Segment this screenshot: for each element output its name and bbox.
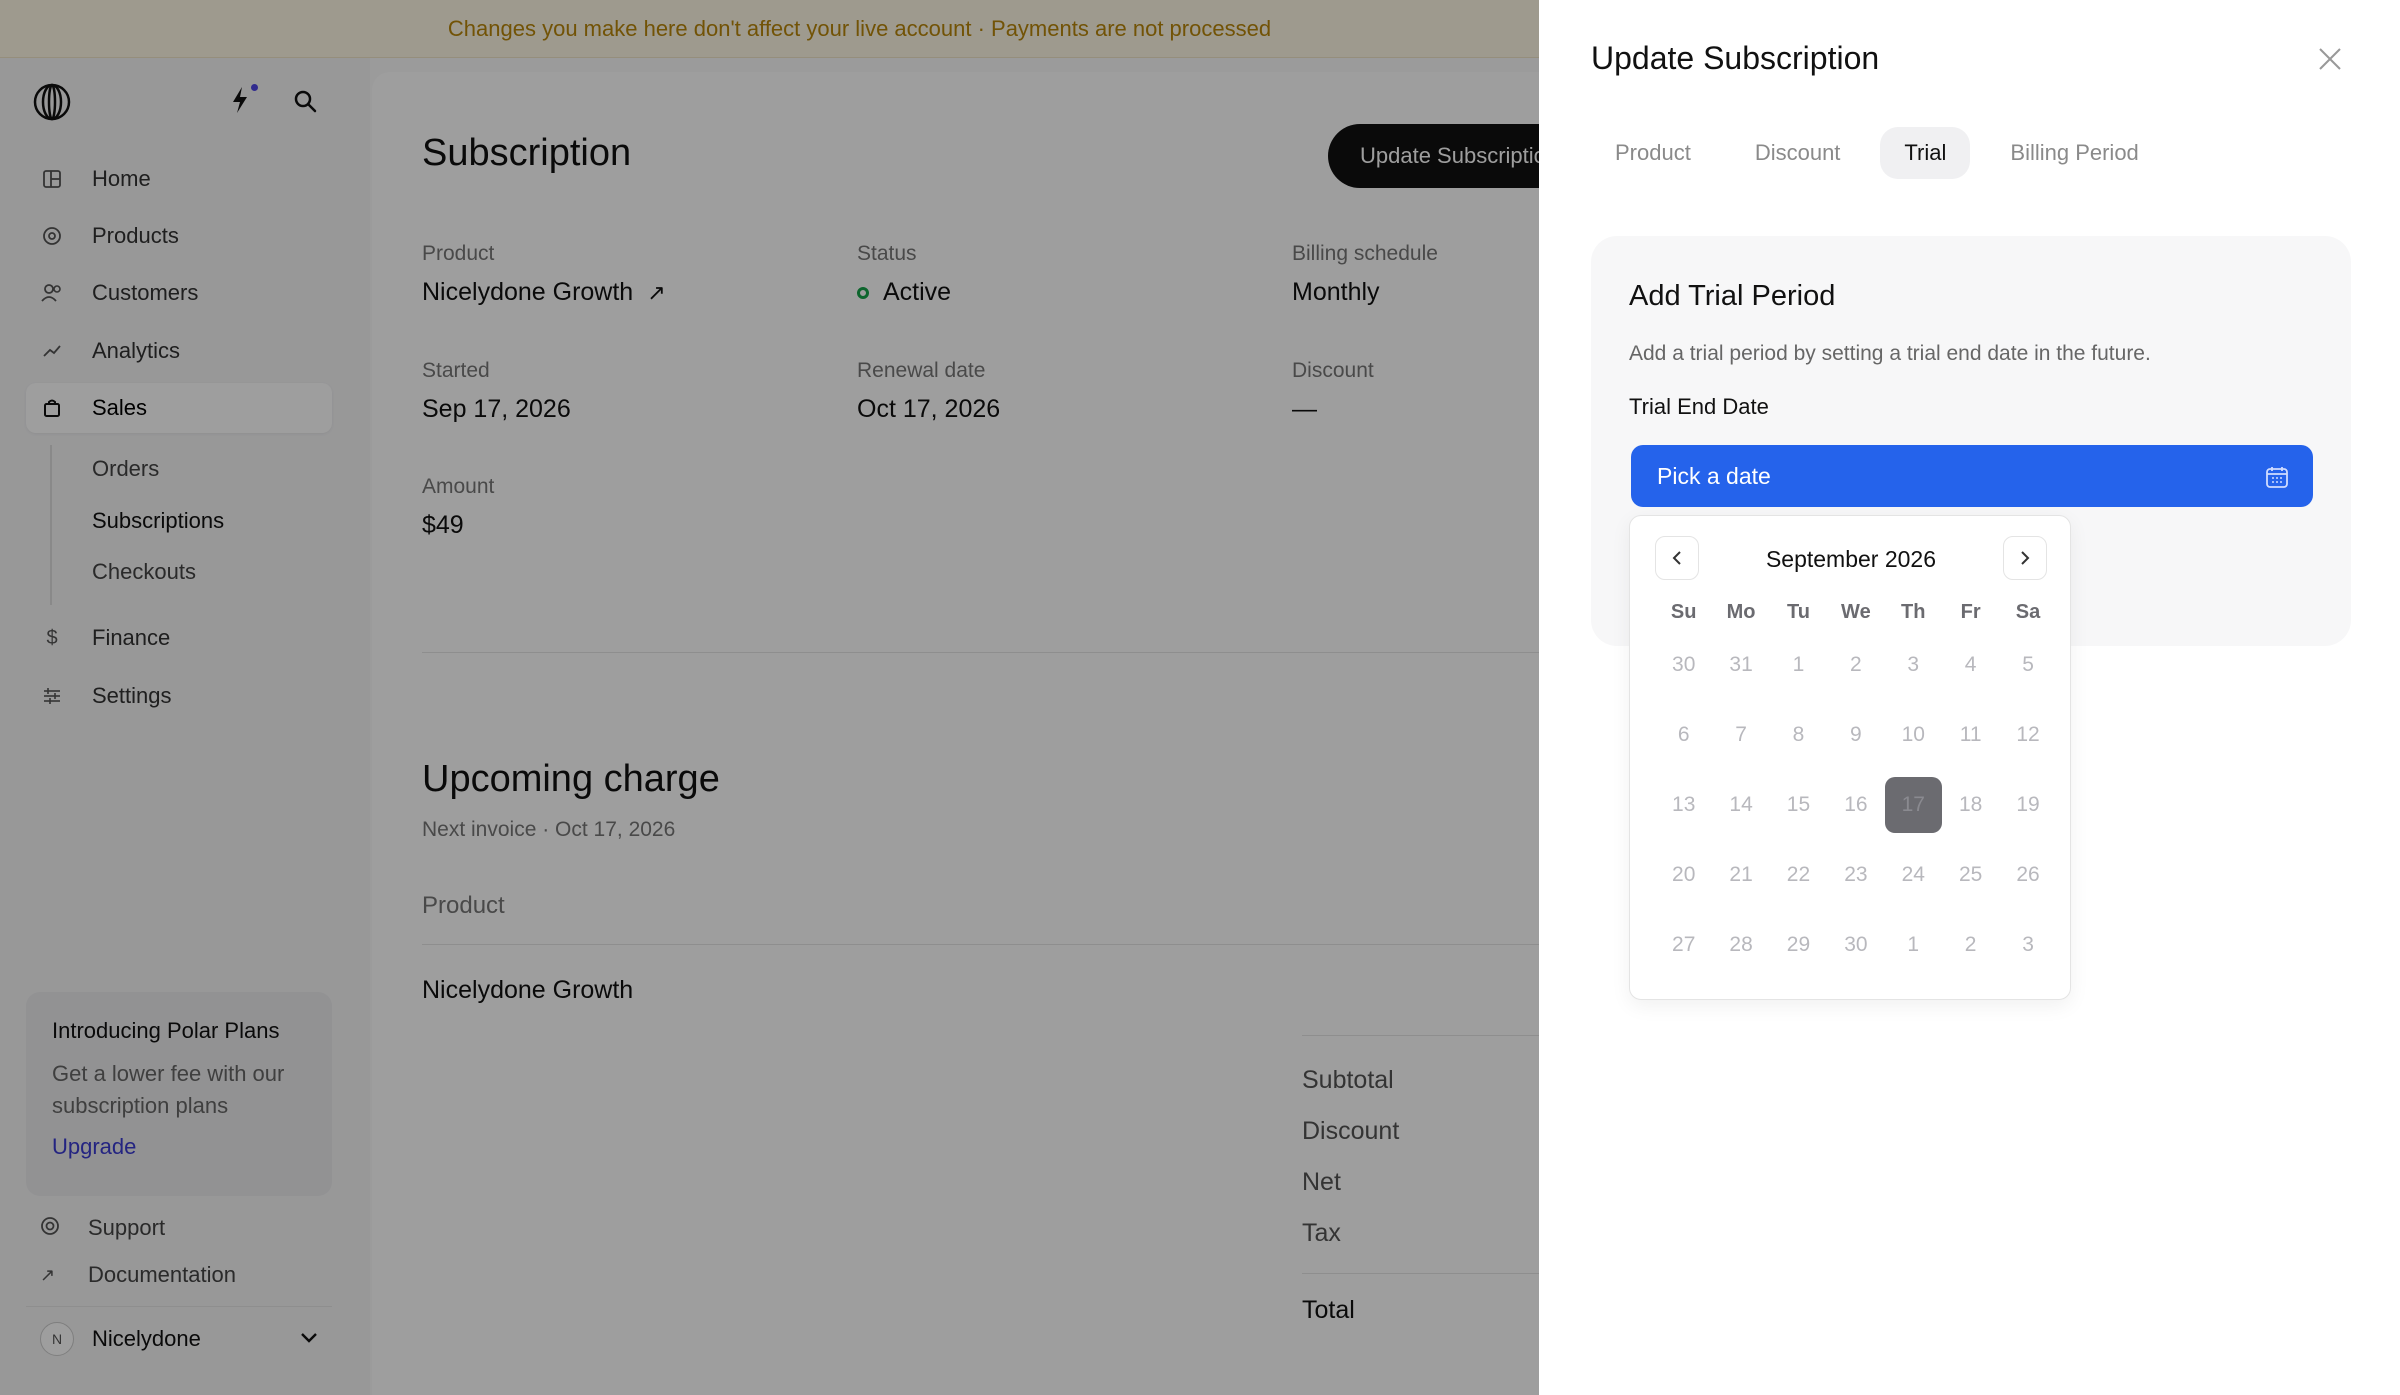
calendar-week: 6 7 8 9 10 11 12 — [1655, 700, 2057, 770]
card-title: Add Trial Period — [1629, 280, 1836, 312]
next-month-button[interactable] — [2003, 536, 2047, 580]
calendar-day[interactable]: 5 — [1999, 637, 2056, 693]
close-icon[interactable] — [2315, 44, 2345, 74]
calendar-day[interactable]: 1 — [1885, 917, 1942, 973]
calendar-day[interactable]: 3 — [1885, 637, 1942, 693]
tab-billing-period[interactable]: Billing Period — [1986, 127, 2162, 179]
calendar-day[interactable]: 31 — [1712, 637, 1769, 693]
calendar-day[interactable]: 29 — [1770, 917, 1827, 973]
weekday-label: Sa — [2015, 600, 2041, 623]
calendar-day[interactable]: 1 — [1770, 637, 1827, 693]
calendar-day[interactable]: 2 — [1942, 917, 1999, 973]
calendar-week: 20 21 22 23 24 25 26 — [1655, 840, 2057, 910]
weekday-label: Mo — [1726, 600, 1756, 623]
calendar-day[interactable]: 6 — [1655, 707, 1712, 763]
tab-trial[interactable]: Trial — [1880, 127, 1971, 179]
calendar-day[interactable]: 30 — [1827, 917, 1884, 973]
calendar-day[interactable]: 2 — [1827, 637, 1884, 693]
calendar-day[interactable]: 12 — [1999, 707, 2056, 763]
calendar-day[interactable]: 21 — [1712, 847, 1769, 903]
tab-discount[interactable]: Discount — [1731, 127, 1865, 179]
calendar-day[interactable]: 24 — [1885, 847, 1942, 903]
weekday-header: Su Mo Tu We Th Fr Sa — [1655, 594, 2057, 630]
calendar-day[interactable]: 15 — [1770, 777, 1827, 833]
date-picker-button[interactable]: Pick a date — [1631, 445, 2313, 507]
calendar-day[interactable]: 18 — [1942, 777, 1999, 833]
calendar-day[interactable]: 13 — [1655, 777, 1712, 833]
drawer-title: Update Subscription — [1591, 40, 1880, 76]
calendar-day[interactable]: 7 — [1712, 707, 1769, 763]
calendar-day[interactable]: 20 — [1655, 847, 1712, 903]
trial-end-date-label: Trial End Date — [1629, 394, 1769, 419]
calendar-week: 30 31 1 2 3 4 5 — [1655, 630, 2057, 700]
calendar-day-today[interactable]: 17 — [1884, 777, 1942, 833]
calendar-day[interactable]: 28 — [1712, 917, 1769, 973]
card-description: Add a trial period by setting a trial en… — [1629, 342, 2151, 365]
calendar-day[interactable]: 25 — [1942, 847, 1999, 903]
calendar-week: 13 14 15 16 17 18 19 — [1655, 770, 2057, 840]
weekday-label: Su — [1670, 600, 1697, 623]
drawer-tabs: Product Discount Trial Billing Period — [1591, 127, 2179, 179]
calendar-day[interactable]: 23 — [1827, 847, 1884, 903]
calendar-day[interactable]: 4 — [1942, 637, 1999, 693]
calendar-day[interactable]: 10 — [1885, 707, 1942, 763]
calendar-day[interactable]: 11 — [1942, 707, 1999, 763]
prev-month-button[interactable] — [1655, 536, 1699, 580]
calendar-day[interactable]: 8 — [1770, 707, 1827, 763]
chevron-left-icon — [1672, 551, 1681, 565]
weekday-label: Fr — [1960, 600, 1981, 623]
date-picker-placeholder: Pick a date — [1657, 462, 1771, 489]
calendar-day[interactable]: 22 — [1770, 847, 1827, 903]
calendar-grid: Su Mo Tu We Th Fr Sa 30 31 1 2 3 4 5 6 7… — [1655, 594, 2057, 980]
weekday-label: Tu — [1787, 600, 1810, 623]
calendar-day[interactable]: 26 — [1999, 847, 2056, 903]
calendar-day[interactable]: 30 — [1655, 637, 1712, 693]
calendar-popover: September 2026 Su Mo Tu We Th Fr Sa 30 3… — [1629, 515, 2071, 1000]
calendar-day[interactable]: 27 — [1655, 917, 1712, 973]
calendar-week: 27 28 29 30 1 2 3 — [1655, 910, 2057, 980]
calendar-day[interactable]: 16 — [1827, 777, 1884, 833]
calendar-day[interactable]: 14 — [1712, 777, 1769, 833]
tab-product[interactable]: Product — [1591, 127, 1715, 179]
chevron-right-icon — [2021, 551, 2030, 565]
app-root: Changes you make here don't affect your … — [0, 0, 2400, 1395]
calendar-day[interactable]: 19 — [1999, 777, 2056, 833]
modal-overlay[interactable] — [0, 0, 1539, 1395]
weekday-label: We — [1841, 600, 1871, 623]
calendar-icon — [2266, 467, 2288, 488]
calendar-day[interactable]: 3 — [1999, 917, 2056, 973]
weekday-label: Th — [1901, 600, 1926, 623]
calendar-day[interactable]: 9 — [1827, 707, 1884, 763]
